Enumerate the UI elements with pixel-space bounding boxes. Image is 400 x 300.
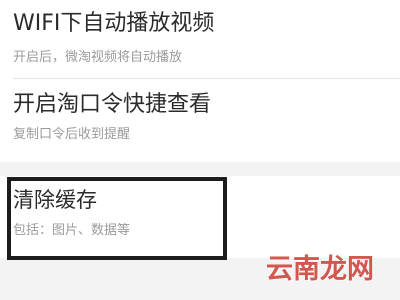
clear-cache-setting[interactable]: 清除缓存 包括：图片、数据等 xyxy=(0,176,400,258)
taokouling-setting[interactable]: 开启淘口令快捷查看 复制口令后收到提醒 xyxy=(0,79,400,162)
wifi-autoplay-title: WIFI下自动播放视频 xyxy=(13,11,215,36)
taokouling-title: 开启淘口令快捷查看 xyxy=(13,92,212,117)
watermark-logo: 云南龙网 xyxy=(266,254,374,285)
settings-card: WIFI下自动播放视频 开启后，微淘视频将自动播放 开启淘口令快捷查看 复制口令… xyxy=(0,0,400,162)
clear-cache-subtitle: 包括：图片、数据等 xyxy=(13,223,131,238)
cache-card: 清除缓存 包括：图片、数据等 xyxy=(0,176,400,258)
clear-cache-title: 清除缓存 xyxy=(13,188,97,212)
wifi-autoplay-setting[interactable]: WIFI下自动播放视频 开启后，微淘视频将自动播放 xyxy=(0,0,400,78)
taokouling-subtitle: 复制口令后收到提醒 xyxy=(13,127,131,142)
wifi-autoplay-subtitle: 开启后，微淘视频将自动播放 xyxy=(13,50,183,65)
